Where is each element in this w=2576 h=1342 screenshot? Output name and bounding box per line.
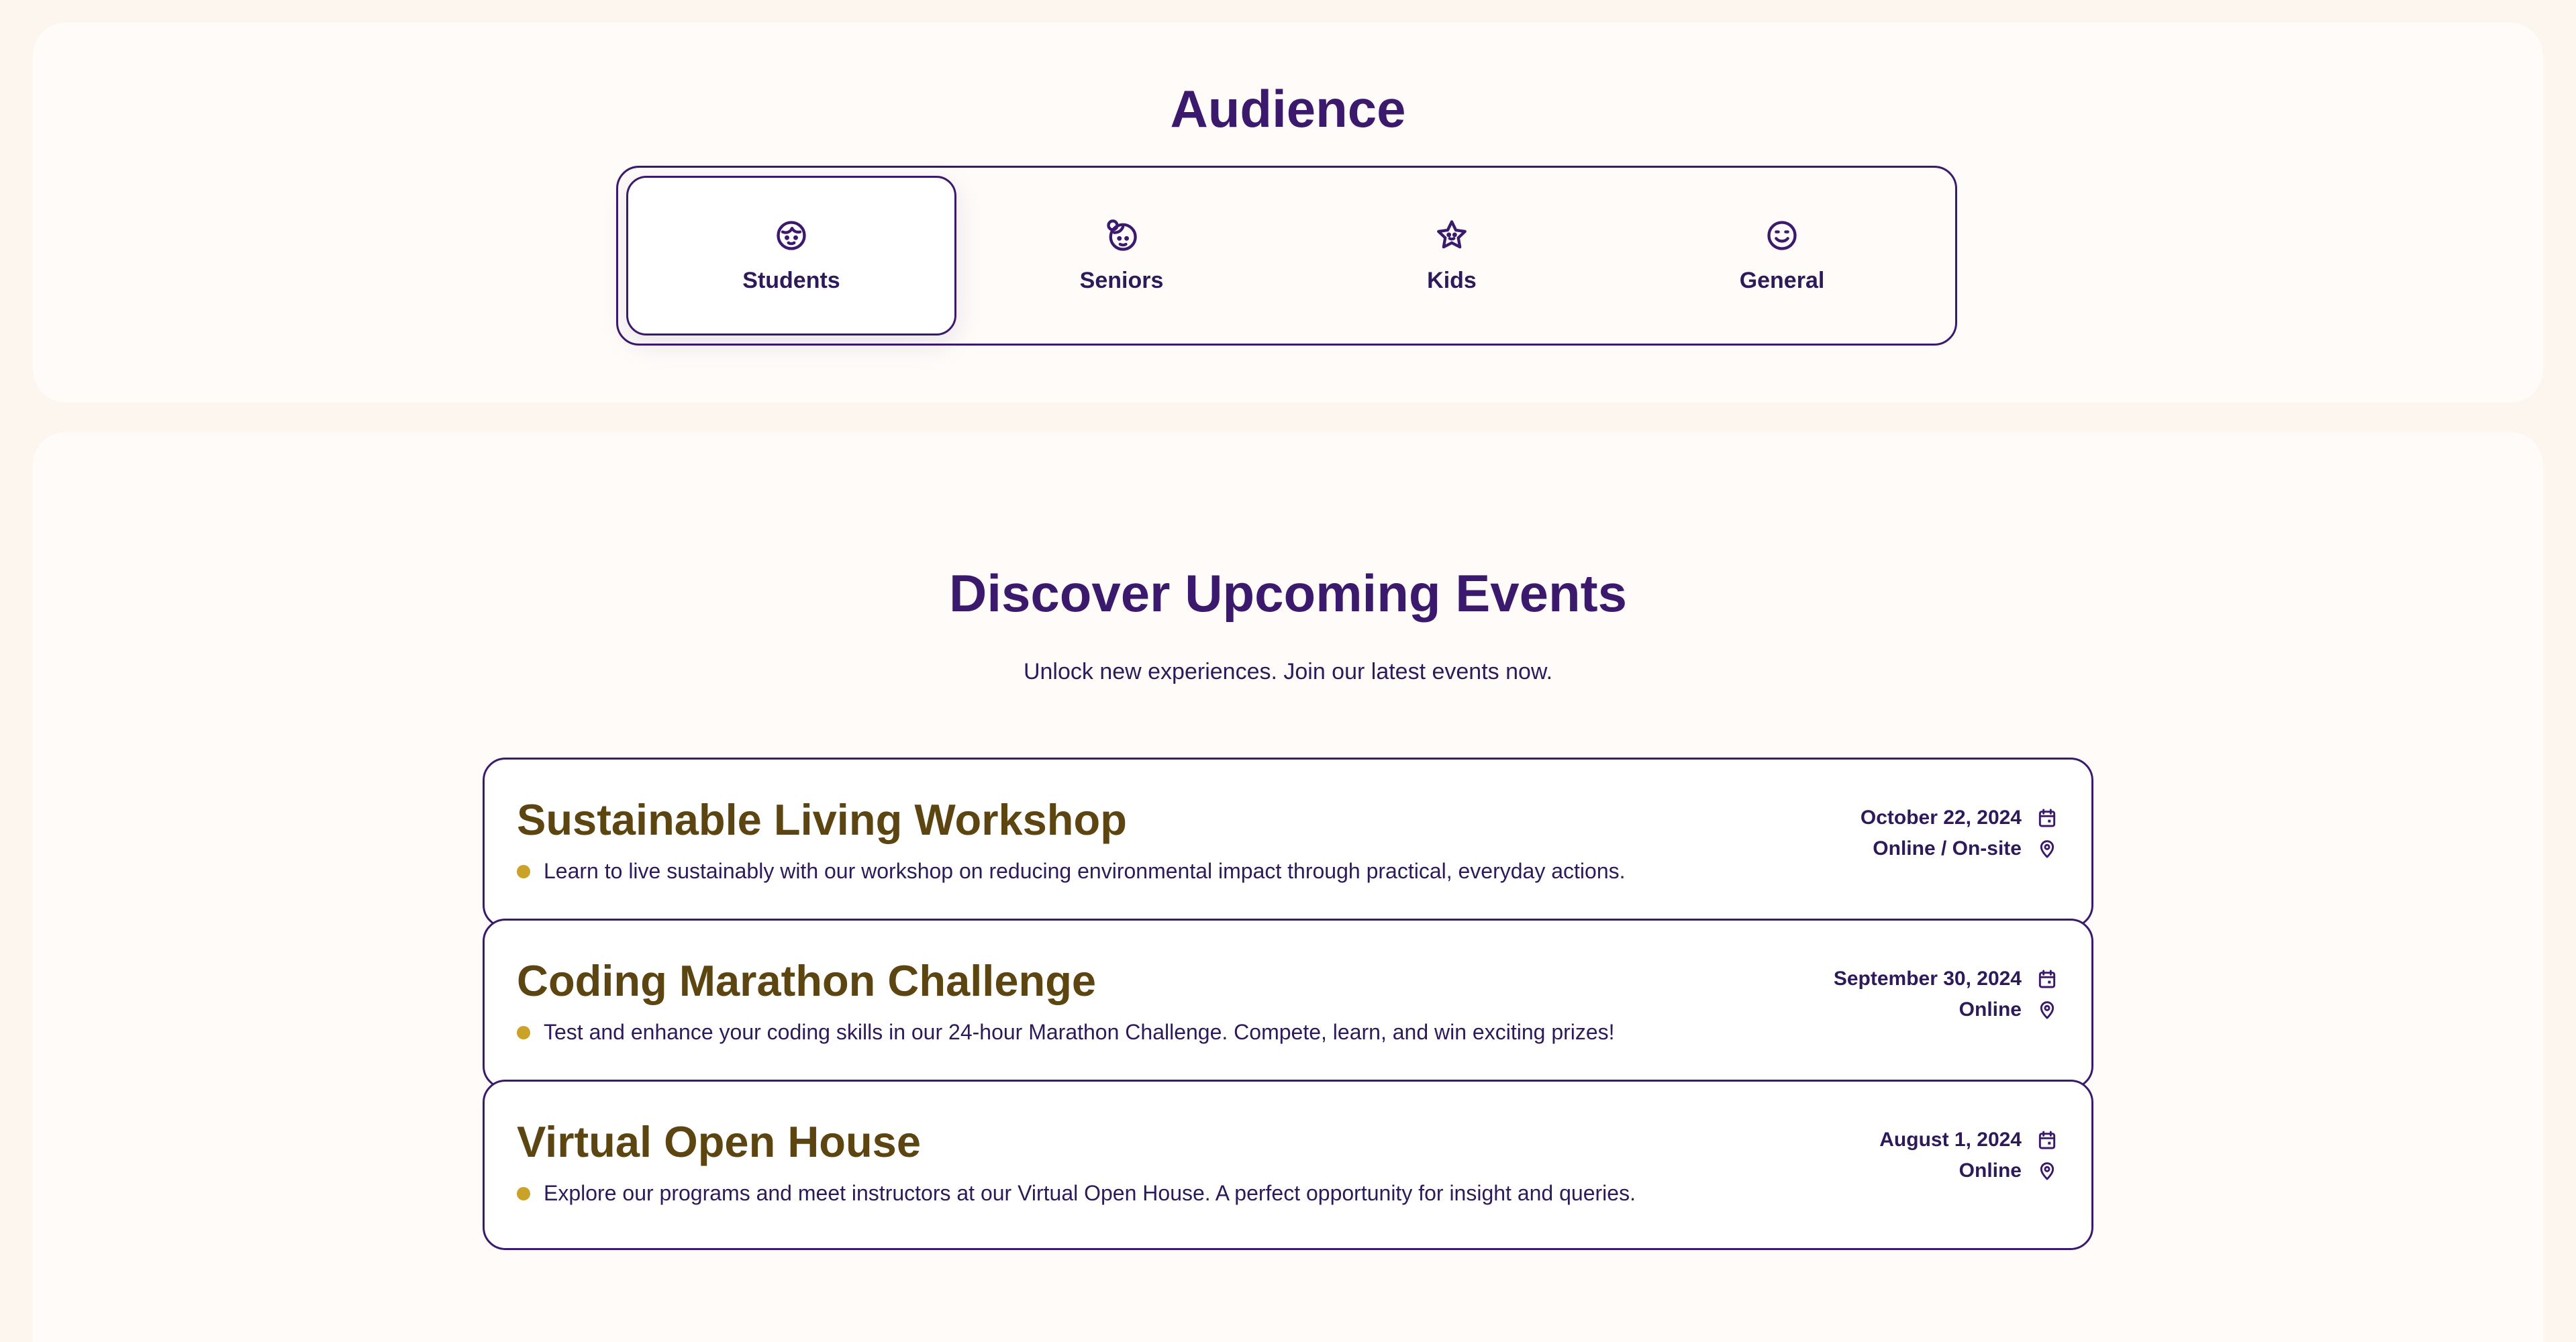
event-location-text: Online / On-site xyxy=(1873,837,2022,860)
events-title: Discover Upcoming Events xyxy=(949,564,1627,623)
event-location: Online xyxy=(1959,998,2058,1021)
location-pin-icon xyxy=(2040,1001,2054,1019)
location-pin-icon xyxy=(2040,1162,2054,1180)
event-date-text: August 1, 2024 xyxy=(1879,1129,2022,1151)
audience-title: Audience xyxy=(1170,79,1406,138)
tab-kids[interactable]: Kids xyxy=(1287,176,1617,336)
event-date: October 22, 2024 xyxy=(1861,807,2058,829)
smiley-face-icon xyxy=(1767,220,1797,250)
event-date-text: September 30, 2024 xyxy=(1833,968,2022,990)
event-location-text: Online xyxy=(1959,1159,2022,1182)
event-card[interactable]: Virtual Open House Explore our programs … xyxy=(483,1080,2093,1250)
audience-panel: Audience Students Seniors Kids General xyxy=(33,23,2543,403)
event-location: Online / On-site xyxy=(1873,837,2058,860)
calendar-icon xyxy=(2038,809,2056,827)
audience-tabs: Students Seniors Kids General xyxy=(616,166,1957,346)
event-location: Online xyxy=(1959,1159,2058,1182)
bullet-dot-icon xyxy=(517,864,530,878)
event-title: Sustainable Living Workshop xyxy=(517,795,1127,844)
student-face-icon xyxy=(777,220,806,250)
event-date-text: October 22, 2024 xyxy=(1860,807,2022,829)
location-pin-icon xyxy=(2040,840,2054,858)
tab-label-students: Students xyxy=(742,267,840,293)
star-face-icon xyxy=(1437,219,1467,248)
bullet-dot-icon xyxy=(517,1025,530,1039)
event-description: Learn to live sustainably with our works… xyxy=(517,859,1626,884)
event-description: Explore our programs and meet instructor… xyxy=(517,1181,1636,1206)
event-title: Coding Marathon Challenge xyxy=(517,956,1097,1005)
events-panel: Discover Upcoming Events Unlock new expe… xyxy=(33,432,2543,1342)
event-description-text: Test and enhance your coding skills in o… xyxy=(544,1020,1615,1044)
event-date: September 30, 2024 xyxy=(1834,968,2058,990)
tab-seniors[interactable]: Seniors xyxy=(956,176,1287,336)
event-date: August 1, 2024 xyxy=(1879,1129,2058,1151)
tab-label-general: General xyxy=(1739,267,1825,293)
tab-students[interactable]: Students xyxy=(626,176,956,336)
event-location-text: Online xyxy=(1959,998,2022,1021)
bullet-dot-icon xyxy=(517,1186,530,1200)
events-subtitle: Unlock new experiences. Join our latest … xyxy=(1023,659,1553,684)
event-card[interactable]: Sustainable Living Workshop Learn to liv… xyxy=(483,758,2093,928)
event-description-text: Learn to live sustainably with our works… xyxy=(544,859,1626,883)
event-description-text: Explore our programs and meet instructor… xyxy=(544,1181,1636,1205)
calendar-icon xyxy=(2038,1131,2056,1149)
senior-face-icon xyxy=(1107,219,1137,251)
tab-general[interactable]: General xyxy=(1617,176,1947,336)
tab-label-seniors: Seniors xyxy=(1079,267,1164,293)
event-card[interactable]: Coding Marathon Challenge Test and enhan… xyxy=(483,919,2093,1089)
calendar-icon xyxy=(2038,970,2056,988)
event-description: Test and enhance your coding skills in o… xyxy=(517,1020,1622,1045)
event-title: Virtual Open House xyxy=(517,1117,921,1166)
tab-label-kids: Kids xyxy=(1427,267,1477,293)
